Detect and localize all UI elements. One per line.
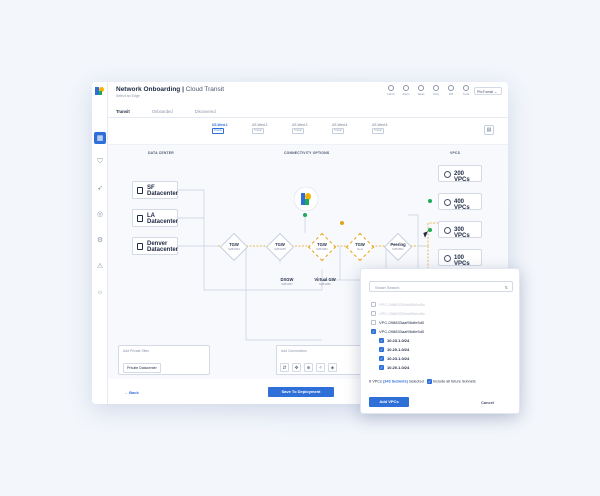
subnet-option[interactable]: ✓ 10.20.1.0/24 [379, 365, 409, 370]
hub-logo [294, 187, 318, 211]
datacenter-card[interactable]: Denver Datacenter [132, 237, 178, 255]
tgw-node[interactable]: TGW 9284024 [219, 232, 249, 262]
vpc-icon [444, 199, 451, 206]
brand-logo [95, 87, 104, 95]
checkbox[interactable]: ✓ [379, 347, 384, 352]
connection-type-icon[interactable]: ◈ [328, 363, 337, 372]
tool-tasks[interactable]: Tasks [415, 85, 427, 96]
tab-divider [108, 117, 508, 118]
status-dot [428, 199, 432, 203]
connections-card: Add Connections ⇵ ✥ ⊕ ✧ ◈ [276, 345, 368, 375]
subnet-option[interactable]: ✓ 10.23.1.0/24 [379, 338, 409, 343]
tool-faq[interactable]: FAQ [430, 85, 442, 96]
rocket-icon[interactable]: ➶ [94, 182, 106, 194]
private-sites-card: Add Private Sites Private Datacenter [118, 345, 210, 375]
compass-icon[interactable]: ◎ [94, 208, 106, 220]
region-item[interactable]: US-West.4 Transit [332, 123, 364, 135]
vpc-group-card[interactable]: 200 VPCs [438, 165, 482, 183]
building-icon [137, 215, 143, 222]
page-header: Network Onboarding | Cloud Transit Selec… [116, 86, 224, 98]
page-subtitle: Cloud Transit [185, 86, 225, 93]
warning-icon[interactable]: ⚠ [94, 260, 106, 272]
grid-toggle-icon[interactable]: ▤ [484, 125, 494, 135]
section-connectivity: CONNECTIVITY OPTIONS [284, 151, 330, 155]
vpc-group-card[interactable]: 100 VPCs Connected [438, 249, 482, 267]
account-dropdown[interactable]: PlixTransit ⌄ [474, 87, 502, 95]
checkbox[interactable]: ✓ [371, 329, 376, 334]
checkbox[interactable]: ✓ [379, 356, 384, 361]
vpc-option[interactable]: VPC-098833aaf96dfe5d0 [371, 320, 424, 325]
include-future-checkbox[interactable]: ✓ [426, 379, 432, 384]
checkbox[interactable] [371, 302, 376, 307]
connection-type-icon[interactable]: ⇵ [280, 363, 289, 372]
vpc-icon [444, 171, 451, 178]
datacenter-card[interactable]: LA Datacenter [132, 209, 178, 227]
virtual-gw-node[interactable]: Virtual GW 9284280 [308, 273, 342, 297]
status-dot [303, 213, 307, 217]
selection-summary: 6 VPCs (343 Subnets) Selected ✓ Include … [369, 379, 476, 384]
region-item[interactable]: US-West.2 Transit [252, 123, 284, 135]
connection-type-icon[interactable]: ✧ [316, 363, 325, 372]
page-instruction: Select an Edge [116, 94, 140, 98]
status-dot [428, 228, 432, 232]
tgw-node[interactable]: TGW 9284185 [265, 232, 295, 262]
vpc-option[interactable]: VPC-09883309a6f0dbd5c [371, 311, 425, 316]
section-datacenter: DATA CENTER [148, 151, 174, 155]
vpc-group-card[interactable]: 400 VPCs [438, 193, 482, 211]
cancel-button[interactable]: Cancel [481, 400, 494, 405]
building-icon [137, 187, 143, 194]
connections-heading: Add Connections [281, 349, 307, 353]
smart-search-input[interactable]: Smart Search ⇅ [369, 281, 513, 292]
selected-dot [340, 221, 344, 225]
peering-node[interactable]: Peering 9284551 [383, 232, 413, 262]
vpc-icon [444, 227, 451, 234]
private-datacenter-chip[interactable]: Private Datacenter [123, 363, 161, 373]
region-item[interactable]: US-West.1 Transit [212, 123, 244, 135]
vpc-picker-popup: Smart Search ⇅ VPC-09883309a6f0dbd5c VPC-… [360, 268, 520, 414]
checkbox[interactable] [371, 311, 376, 316]
dxgw-node[interactable]: DXGW 9284287 [272, 273, 302, 297]
region-item[interactable]: US-West.3 Transit [292, 123, 324, 135]
dashboard-icon[interactable]: ▦ [94, 132, 106, 144]
vpc-option[interactable]: ✓ VPC-098833aaf96dfe5d0 [371, 329, 424, 334]
gears-icon[interactable]: ⚙ [94, 234, 106, 246]
region-selector: US-West.1 Transit US-West.2 Transit US-Wes… [212, 123, 404, 135]
left-rail: ▦ ⛉ ➶ ◎ ⚙ ⚠ ☼ [92, 82, 108, 404]
add-vpcs-button[interactable]: Add VPCs [369, 397, 409, 407]
filter-icon: ⇅ [504, 285, 508, 290]
save-deployment-button[interactable]: Save To Deployment [268, 387, 334, 397]
building-icon [137, 243, 143, 250]
page-title: Network Onboarding | Cloud Transit [116, 86, 225, 93]
section-vpcs: VPCS [450, 151, 461, 155]
datacenter-card[interactable]: SF Datacenter [132, 181, 178, 199]
checkbox[interactable]: ✓ [379, 365, 384, 370]
back-button[interactable]: ← Back [124, 390, 139, 395]
subnet-option[interactable]: ✓ 10.20.1.0/24 [379, 347, 409, 352]
checkbox[interactable] [371, 320, 376, 325]
connection-type-icon[interactable]: ✥ [292, 363, 301, 372]
private-sites-heading: Add Private Sites [123, 349, 150, 353]
vpc-icon [444, 255, 451, 262]
subnet-option[interactable]: ✓ 10.23.1.0/24 [379, 356, 409, 361]
tool-admin[interactable]: Admin [385, 85, 397, 96]
vpc-option[interactable]: VPC-09883309a6f0dbd5c [371, 302, 425, 307]
tool-tools[interactable]: Tools [460, 85, 472, 96]
toolbar: Admin Alerts Tasks FAQ Diff Tools [385, 85, 472, 96]
tgw-node[interactable]: TGW 9284082 [307, 232, 337, 262]
tgw-node-new[interactable]: TGW New [345, 232, 375, 262]
region-item[interactable]: US-West.5 Transit [372, 123, 404, 135]
connection-type-icon[interactable]: ⊕ [304, 363, 313, 372]
tool-diff[interactable]: Diff [445, 85, 457, 96]
tool-alerts[interactable]: Alerts [400, 85, 412, 96]
checkbox[interactable]: ✓ [379, 338, 384, 343]
vpc-group-card[interactable]: 300 VPCs [438, 221, 482, 239]
shield-icon[interactable]: ⛉ [94, 156, 106, 168]
bulb-icon[interactable]: ☼ [94, 286, 106, 298]
